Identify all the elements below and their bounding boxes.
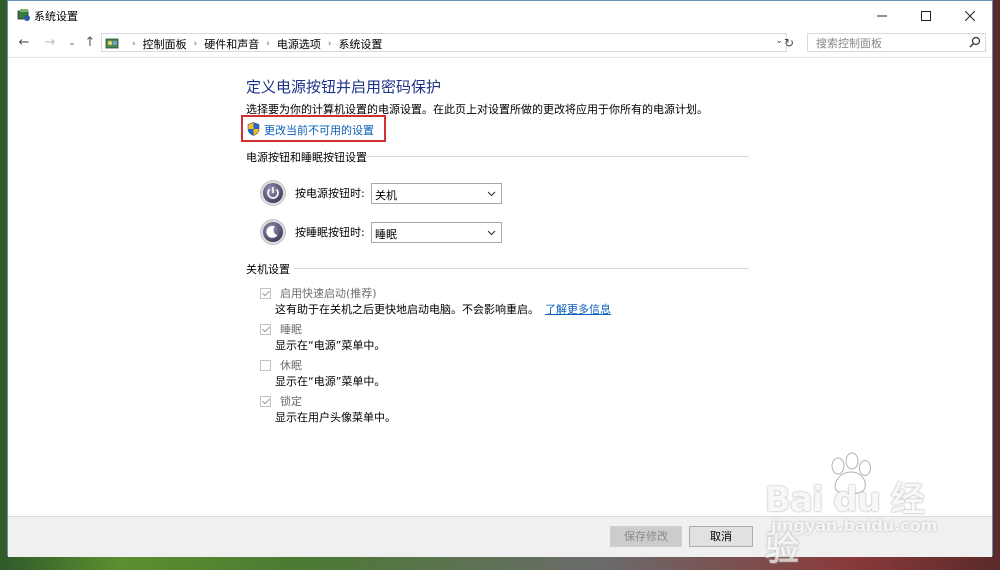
search-input[interactable] [814, 35, 968, 52]
control-panel-window: 系统设置 ← → ⌄ ↑ › 控制面板 › 硬件和声音 › 电源选项 › 系统设… [7, 0, 993, 557]
control-panel-icon [105, 38, 119, 49]
close-icon [964, 10, 976, 21]
forward-button[interactable]: → [42, 35, 58, 51]
sleep-checkbox[interactable] [260, 323, 271, 335]
recent-locations-button[interactable]: ⌄ [64, 35, 80, 51]
uac-shield-icon [247, 122, 260, 136]
title-bar: 系统设置 [8, 1, 992, 29]
arrow-up-icon: ↑ [84, 35, 96, 50]
section-divider [366, 156, 749, 157]
power-button-row: 按电源按钮时: 关机 [260, 180, 502, 206]
breadcrumb-separator-icon: › [193, 39, 198, 49]
sleep-description: 显示在“电源”菜单中。 [275, 339, 386, 352]
search-box [807, 33, 986, 52]
cancel-button[interactable]: 取消 [689, 526, 753, 547]
breadcrumb-item-system-settings[interactable]: 系统设置 [338, 36, 382, 52]
lock-description: 显示在用户头像菜单中。 [275, 411, 396, 424]
chevron-down-icon [487, 230, 496, 235]
shutdown-section-header: 关机设置 [246, 261, 749, 277]
main-content: 定义电源按钮并启用密码保护 选择要为你的计算机设置的电源设置。在此页上对设置所做… [8, 58, 992, 517]
address-bar: ← → ⌄ ↑ › 控制面板 › 硬件和声音 › 电源选项 › 系统设置 ⌄ ↻… [8, 29, 992, 58]
maximize-button[interactable] [904, 1, 948, 29]
lock-checkbox[interactable] [260, 395, 271, 407]
maximize-icon [921, 10, 931, 21]
sleep-button-row: 按睡眠按钮时: 睡眠 [260, 219, 502, 245]
power-section-title: 电源按钮和睡眠按钮设置 [246, 151, 367, 164]
hibernate-option: 休眠 [260, 357, 302, 373]
power-button-action-select[interactable]: 关机 [371, 182, 502, 204]
lock-label: 锁定 [280, 395, 302, 408]
arrow-right-icon: → [44, 35, 56, 50]
back-button[interactable]: ← [16, 35, 32, 51]
breadcrumb-item-hardware-sound[interactable]: 硬件和声音 [204, 36, 259, 52]
refresh-icon: ↻ [783, 36, 795, 50]
fast-startup-desc-text: 这有助于在关机之后更快地启动电脑。不会影响重启。 [275, 303, 539, 316]
footer-bar: 保存修改 取消 [8, 516, 992, 557]
fast-startup-checkbox[interactable] [260, 287, 271, 299]
chevron-down-icon [487, 191, 496, 196]
window-title: 系统设置 [34, 10, 78, 23]
shutdown-section-title: 关机设置 [246, 263, 290, 276]
minimize-button[interactable] [860, 1, 904, 29]
hibernate-label: 休眠 [280, 359, 302, 372]
sleep-option: 睡眠 [260, 321, 302, 337]
sleep-button-action-value: 睡眠 [375, 227, 397, 241]
refresh-button[interactable]: ↻ [780, 34, 798, 52]
save-changes-button[interactable]: 保存修改 [610, 526, 682, 547]
chevron-down-icon: ⌄ [68, 38, 76, 48]
breadcrumb-separator-icon: › [266, 39, 270, 49]
breadcrumb-separator-icon: › [327, 39, 332, 49]
power-section-header: 电源按钮和睡眠按钮设置 [246, 149, 749, 165]
section-divider [294, 268, 749, 269]
hibernate-description: 显示在“电源”菜单中。 [275, 375, 386, 388]
sleep-button-action-select[interactable]: 睡眠 [371, 221, 502, 243]
breadcrumb[interactable]: › 控制面板 › 硬件和声音 › 电源选项 › 系统设置 ⌄ [101, 33, 787, 52]
power-options-app-icon [17, 9, 30, 21]
fast-startup-option: 启用快速启动(推荐) [260, 285, 377, 301]
close-button[interactable] [948, 1, 992, 29]
change-unavailable-settings-link[interactable]: 更改当前不可用的设置 [264, 122, 374, 138]
hibernate-checkbox[interactable] [260, 359, 271, 371]
power-button-icon [260, 180, 286, 206]
power-button-label: 按电源按钮时: [295, 187, 365, 200]
fast-startup-description: 这有助于在关机之后更快地启动电脑。不会影响重启。 了解更多信息 [275, 301, 611, 317]
breadcrumb-item-control-panel[interactable]: 控制面板 [143, 36, 187, 52]
breadcrumb-separator-icon: › [132, 39, 136, 49]
sleep-label: 睡眠 [280, 323, 302, 336]
learn-more-link[interactable]: 了解更多信息 [545, 303, 611, 316]
fast-startup-label: 启用快速启动(推荐) [280, 287, 377, 300]
breadcrumb-item-power-options[interactable]: 电源选项 [277, 36, 321, 52]
sleep-button-label: 按睡眠按钮时: [295, 226, 365, 239]
sleep-button-icon [260, 219, 286, 245]
power-button-action-value: 关机 [375, 188, 397, 202]
page-title: 定义电源按钮并启用密码保护 [246, 78, 442, 96]
search-icon[interactable] [969, 36, 981, 48]
lock-option: 锁定 [260, 393, 302, 409]
minimize-icon [877, 15, 887, 16]
arrow-left-icon: ← [18, 35, 30, 50]
change-settings-highlight: 更改当前不可用的设置 [241, 115, 386, 142]
up-button[interactable]: ↑ [82, 35, 98, 51]
